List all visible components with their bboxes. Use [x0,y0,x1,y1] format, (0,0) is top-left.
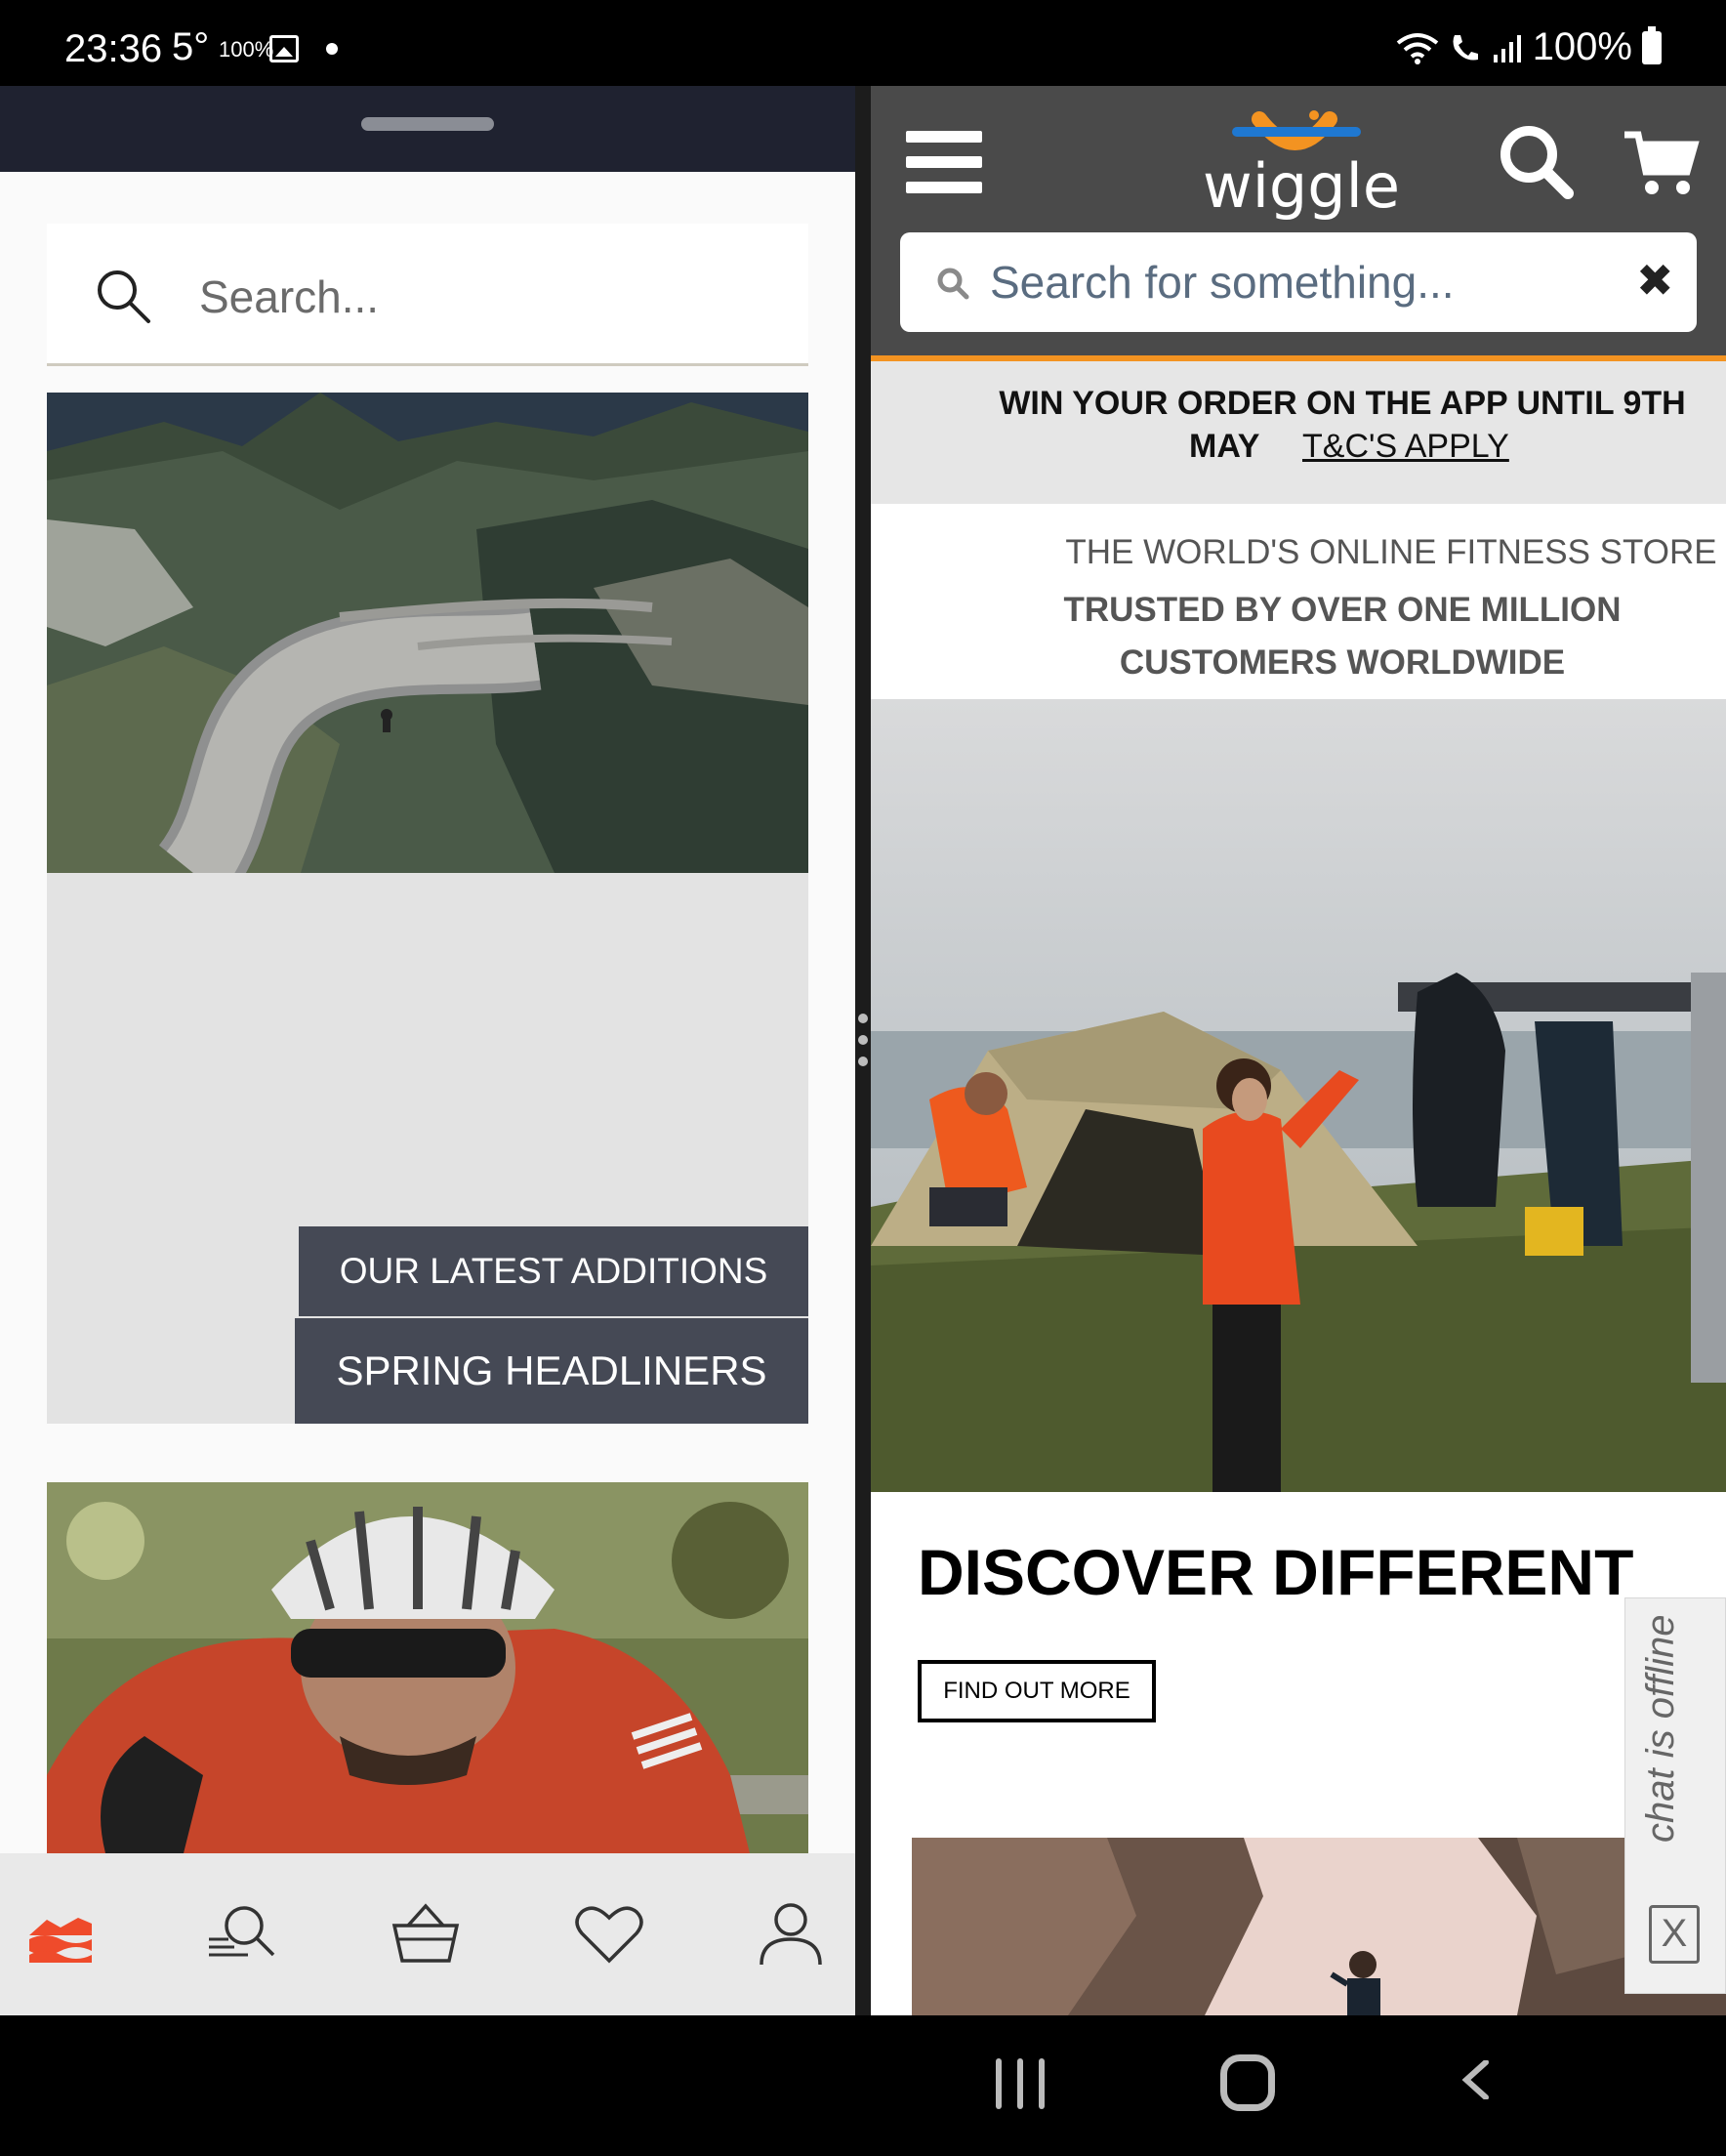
wiggle-logo[interactable]: wiggle [1203,107,1401,225]
back-icon[interactable] [1457,2060,1496,2099]
cyclist-illustration [47,1482,808,1853]
right-app-pane: wiggle Search for something... ✖ WIN YOU… [871,86,1726,2015]
latest-additions-banner[interactable]: OUR LATEST ADDITIONS [299,1226,808,1316]
divider-handle-dot [858,1014,868,1023]
heart-icon[interactable] [572,1896,646,1970]
wiggle-search-bar[interactable]: Search for something... ✖ [900,232,1697,332]
divider-handle-dot [858,1035,868,1045]
notification-dot-icon [326,43,338,55]
tagline-trust: TRUSTED BY OVER ONE MILLION CUSTOMERS WO… [871,584,1726,689]
basket-icon[interactable] [389,1896,463,1970]
terms-link[interactable]: T&C'S APPLY [1302,428,1509,466]
camping-illustration [871,699,1726,1492]
search-icon [98,270,150,323]
climbing-illustration [912,1838,1726,2015]
left-search-input[interactable]: Search... [199,270,379,323]
search-icon[interactable] [1496,121,1578,203]
gallery-notification-icon [269,35,299,62]
spring-headliners-banner[interactable]: SPRING HEADLINERS [295,1318,808,1424]
drag-handle[interactable] [361,117,494,131]
battery-icon [1642,25,1662,64]
chat-close-icon[interactable]: X [1649,1905,1700,1964]
status-small-indicator: 100% [219,37,274,62]
home-icon[interactable] [1220,2054,1275,2111]
tagline-line-1: THE WORLD'S ONLINE FITNESS STORE [1065,533,1717,571]
split-screen-divider[interactable] [855,86,871,2015]
cart-icon[interactable] [1623,125,1701,199]
find-out-more-button[interactable]: FIND OUT MORE [918,1660,1156,1722]
user-icon[interactable] [754,1896,828,1970]
left-bottom-nav [0,1853,855,2015]
wifi-calling-icon [1453,34,1478,61]
feature-title: DISCOVER DIFFERENT [918,1536,1634,1608]
mountain-road-image[interactable] [47,393,808,873]
clear-search-icon[interactable]: ✖ [1636,254,1674,307]
mountain-road-illustration [47,393,808,873]
home-waves-icon[interactable] [23,1896,98,1970]
wifi-icon [1396,32,1438,64]
status-temperature: 5° [172,25,210,68]
promo-line-2: MAY [1189,428,1260,465]
signal-icon [1493,34,1521,62]
status-right-group: 100% [1396,25,1662,69]
status-time: 23:36 [64,27,163,70]
chat-widget[interactable]: chat is offline X [1624,1597,1726,1994]
climbing-image[interactable] [912,1838,1726,2015]
divider-handle-dot [858,1057,868,1066]
camping-hero-image[interactable] [871,699,1726,1492]
wiggle-search-input[interactable]: Search for something... [990,256,1455,309]
search-icon[interactable] [205,1896,279,1970]
split-window-handle-bar[interactable] [0,86,855,172]
recent-apps-icon[interactable] [996,2058,1047,2109]
battery-percent: 100% [1532,25,1632,68]
hamburger-menu-icon[interactable] [906,131,982,193]
promo-line-1: WIN YOUR ORDER ON THE APP UNTIL 9TH [999,385,1686,422]
left-app-pane: Search... OUR LATEST ADDITIONS SPRING HE… [0,86,855,2015]
tagline-line-2: TRUSTED BY OVER ONE MILLION [1063,591,1622,629]
status-bar: 23:36 5° 100% 100% [0,0,1726,86]
left-search-bar[interactable]: Search... [47,224,808,366]
chat-status-text: chat is offline [1639,1614,1682,1843]
wiggle-header: wiggle Search for something... ✖ [871,86,1726,359]
wiggle-logo-text: wiggle [1203,150,1401,222]
tagline-line-3: CUSTOMERS WORLDWIDE [1119,643,1566,682]
screen: 23:36 5° 100% 100% Search... OUR LATEST … [0,0,1726,2156]
promo-banner[interactable]: WIN YOUR ORDER ON THE APP UNTIL 9TH MAY … [871,361,1726,504]
search-small-icon [937,268,969,300]
cyclist-image[interactable] [47,1482,808,1853]
system-navigation-bar [0,2015,1726,2156]
